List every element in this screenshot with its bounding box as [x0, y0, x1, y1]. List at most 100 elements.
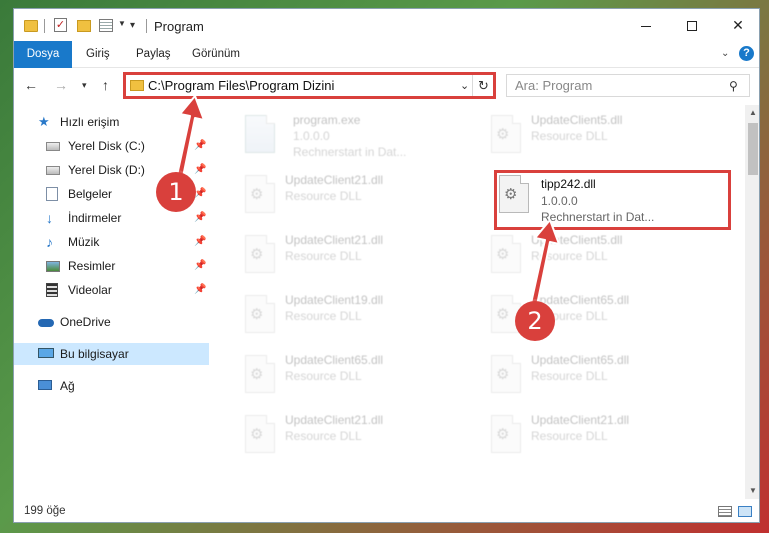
search-box[interactable]: Ara: Program ⚲: [506, 74, 750, 97]
gear-icon: ⚙: [504, 186, 518, 203]
sidebar-item-onedrive[interactable]: OneDrive: [14, 311, 209, 333]
file-list: program.exe 1.0.0.0 Rechnerstart in Dat.…: [219, 105, 745, 499]
vertical-scrollbar[interactable]: ▲ ▼: [745, 105, 759, 499]
exe-file-icon: [245, 115, 275, 153]
help-icon[interactable]: ?: [739, 46, 754, 61]
sidebar-item-drive-c[interactable]: Yerel Disk (C:) 📌: [14, 135, 209, 157]
ribbon: Dosya Giriş Paylaş Görünüm ⌄ ?: [14, 41, 759, 68]
scroll-down-icon[interactable]: ▼: [745, 483, 759, 499]
scroll-up-icon[interactable]: ▲: [745, 105, 759, 121]
file-item[interactable]: ⚙ UpdateClient65.dll Resource DLL: [241, 351, 471, 407]
pin-icon[interactable]: 📌: [194, 207, 206, 229]
sidebar-item-quick-access[interactable]: ★ Hızlı erişim: [14, 111, 209, 133]
file-name: UpdateClient5.dll: [531, 113, 623, 127]
recent-locations-icon[interactable]: ▾: [82, 80, 87, 91]
sidebar-item-label: Müzik: [68, 235, 100, 249]
download-icon: ↓: [46, 210, 53, 226]
file-item[interactable]: ⚙ UpdateClient19.dll Resource DLL: [241, 291, 471, 347]
item-count: 199 öğe: [24, 505, 66, 517]
close-button[interactable]: ✕: [715, 9, 759, 41]
expand-ribbon-icon[interactable]: ⌄: [721, 48, 729, 59]
sidebar-item-label: OneDrive: [60, 315, 111, 329]
file-type: Resource DLL: [531, 249, 608, 263]
gear-icon: ⚙: [496, 126, 510, 143]
file-item[interactable]: ⚙ UpdateClient5.dll Resource DLL: [487, 231, 717, 287]
navigation-bar: ← → ▾ ↑ C:\Program Files\Program Dizini …: [14, 69, 759, 101]
gear-icon: ⚙: [250, 246, 264, 263]
sidebar-item-label: Belgeler: [68, 187, 113, 201]
new-folder-icon[interactable]: [77, 20, 91, 32]
sidebar-item-network[interactable]: Ağ: [14, 375, 209, 397]
file-version: 1.0.0.0: [541, 194, 578, 208]
gear-icon: ⚙: [496, 246, 510, 263]
file-name: UpdateClient19.dll: [285, 293, 384, 307]
refresh-icon[interactable]: ↻: [472, 75, 494, 96]
file-type: Resource DLL: [531, 369, 608, 383]
forward-arrow-icon[interactable]: →: [54, 77, 68, 93]
step-1-badge: 1: [156, 172, 196, 212]
sidebar-item-label: Hızlı erişim: [60, 115, 120, 129]
tab-file[interactable]: Dosya: [14, 41, 72, 68]
properties-icon[interactable]: [99, 19, 113, 32]
file-name: UpdateClient21.dll: [285, 233, 384, 247]
sidebar-item-videos[interactable]: Videolar 📌: [14, 279, 209, 301]
gear-icon: ⚙: [496, 366, 510, 383]
drive-icon: [46, 142, 60, 151]
maximize-button[interactable]: [669, 9, 715, 41]
file-name: UpdateClient5.dll: [531, 233, 623, 247]
up-arrow-icon[interactable]: ↑: [102, 77, 109, 93]
file-item[interactable]: ⚙ UpdateClient21.dll Resource DLL: [241, 411, 471, 467]
tab-home[interactable]: Giriş: [86, 41, 110, 68]
pin-icon[interactable]: 📌: [194, 159, 206, 181]
large-icons-view-icon[interactable]: [738, 506, 752, 517]
file-item[interactable]: ⚙ UpdateClient21.dll Resource DLL: [487, 411, 717, 467]
search-icon[interactable]: ⚲: [729, 79, 738, 93]
address-bar[interactable]: C:\Program Files\Program Dizini ⌄ ↻: [123, 72, 496, 99]
sidebar-item-music[interactable]: ♪ Müzik 📌: [14, 231, 209, 253]
tab-view[interactable]: Görünüm: [192, 41, 240, 68]
file-item[interactable]: ⚙ UpdateClient65.dll Resource DLL: [487, 351, 717, 407]
pin-icon[interactable]: 📌: [194, 255, 206, 277]
file-name: program.exe: [293, 113, 361, 127]
pin-icon[interactable]: 📌: [194, 231, 206, 253]
file-item[interactable]: ⚙ UpdateClient21.dll Resource DLL: [241, 171, 471, 227]
file-name: UpdateClient21.dll: [531, 413, 630, 427]
pin-icon[interactable]: 📌: [194, 135, 206, 157]
chevron-down-icon[interactable]: ▼: [118, 19, 126, 35]
file-item[interactable]: ⚙ UpdateClient5.dll Resource DLL: [487, 111, 717, 167]
file-version: 1.0.0.0: [293, 129, 330, 143]
file-item[interactable]: ⚙ UpdateClient21.dll Resource DLL: [241, 231, 471, 287]
back-arrow-icon[interactable]: ←: [24, 77, 38, 93]
sidebar-item-label: Yerel Disk (D:): [68, 163, 145, 177]
minimize-button[interactable]: [623, 9, 669, 41]
sidebar-item-pictures[interactable]: Resimler 📌: [14, 255, 209, 277]
file-name: UpdateClient65.dll: [285, 353, 384, 367]
gear-icon: ⚙: [250, 366, 264, 383]
search-input[interactable]: Ara: Program: [515, 78, 592, 93]
address-path[interactable]: C:\Program Files\Program Dizini: [148, 78, 334, 93]
network-icon: [38, 380, 52, 390]
file-item-highlighted[interactable]: ⚙ tipp242.dll 1.0.0.0 Rechnerstart in Da…: [494, 170, 731, 230]
sidebar-item-label: Yerel Disk (C:): [68, 139, 145, 153]
properties-check-icon[interactable]: ✓: [54, 18, 67, 32]
gear-icon: ⚙: [250, 306, 264, 323]
file-name: UpdateClient65.dll: [531, 353, 630, 367]
tab-share[interactable]: Paylaş: [136, 41, 171, 68]
pictures-icon: [46, 261, 60, 272]
cloud-icon: [38, 319, 54, 327]
pin-icon[interactable]: 📌: [194, 279, 206, 301]
sidebar-item-label: Videolar: [68, 283, 112, 297]
file-item[interactable]: program.exe 1.0.0.0 Rechnerstart in Dat.…: [241, 111, 471, 167]
sidebar-item-label: Bu bilgisayar: [60, 347, 129, 361]
address-history-icon[interactable]: ⌄: [460, 79, 469, 92]
scrollbar-thumb[interactable]: [748, 123, 758, 175]
file-type: Resource DLL: [285, 249, 362, 263]
maximize-icon: [687, 21, 697, 32]
window-title: Program: [154, 19, 204, 34]
details-view-icon[interactable]: [718, 506, 732, 517]
sidebar-item-this-pc[interactable]: Bu bilgisayar: [14, 343, 209, 365]
sidebar-item-label: Resimler: [68, 259, 116, 273]
customize-toolbar-icon[interactable]: ▾: [130, 20, 135, 36]
status-bar: 199 öğe: [14, 500, 759, 522]
star-icon: ★: [38, 114, 50, 129]
